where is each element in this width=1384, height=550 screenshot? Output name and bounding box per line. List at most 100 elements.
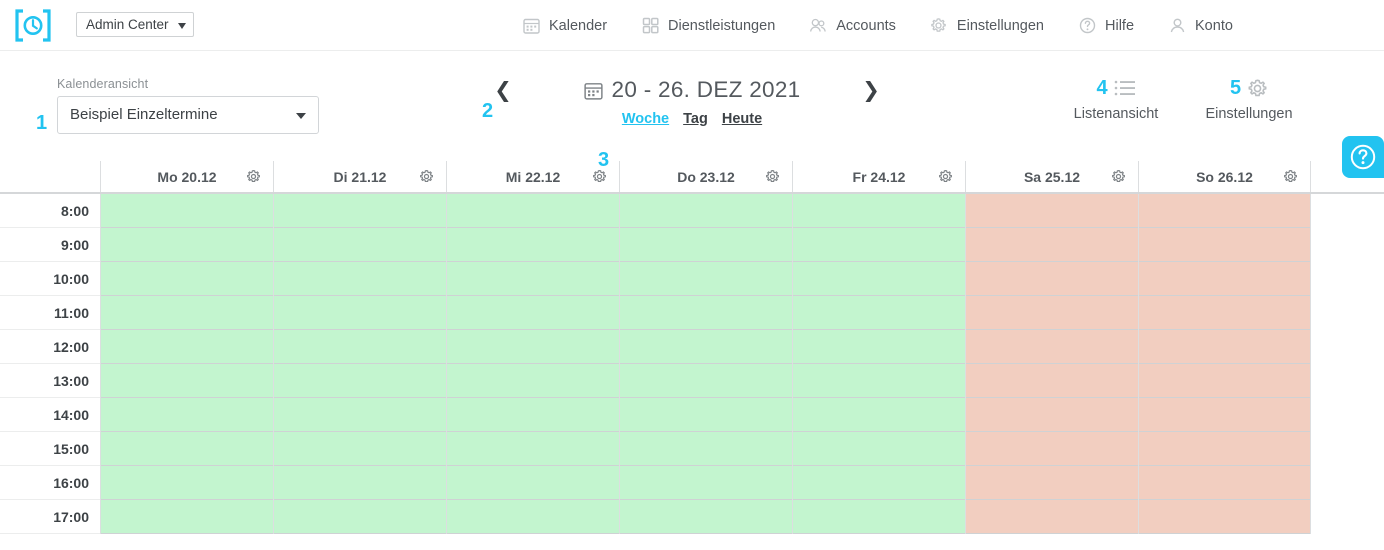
gear-icon[interactable] xyxy=(765,169,780,184)
calendar-slot[interactable] xyxy=(1139,432,1310,466)
calendar-slot[interactable] xyxy=(447,432,619,466)
calendar-slot[interactable] xyxy=(620,432,792,466)
day-header-mi: Mi 22.12 xyxy=(446,161,619,192)
gear-icon[interactable] xyxy=(1111,169,1126,184)
calendar-slot[interactable] xyxy=(101,364,273,398)
calendar-slot[interactable] xyxy=(447,500,619,534)
calendar-view-select[interactable]: Beispiel Einzeltermine xyxy=(57,96,319,134)
calendar-slot[interactable] xyxy=(274,330,446,364)
calendar-slot[interactable] xyxy=(1139,466,1310,500)
gear-icon[interactable] xyxy=(246,169,261,184)
calendar-settings-button[interactable]: 5 Einstellungen xyxy=(1184,75,1314,122)
gear-icon[interactable] xyxy=(1283,169,1298,184)
time-label: 13:00 xyxy=(0,364,100,398)
calendar-slot[interactable] xyxy=(620,500,792,534)
calendar-slot[interactable] xyxy=(620,262,792,296)
calendar-slot[interactable] xyxy=(966,398,1138,432)
calendar-slot[interactable] xyxy=(793,228,965,262)
view-link-tag[interactable]: Tag xyxy=(683,111,708,127)
calendar-slot[interactable] xyxy=(966,330,1138,364)
calendar-slot[interactable] xyxy=(793,398,965,432)
calendar-slot[interactable] xyxy=(101,330,273,364)
calendar-slot[interactable] xyxy=(101,194,273,228)
day-header-sa: Sa 25.12 xyxy=(965,161,1138,192)
calendar-slot[interactable] xyxy=(1139,398,1310,432)
calendar-slot[interactable] xyxy=(966,364,1138,398)
calendar-slot[interactable] xyxy=(274,500,446,534)
calendar-slot[interactable] xyxy=(274,262,446,296)
day-header-do: Do 23.12 xyxy=(619,161,792,192)
calendar-slot[interactable] xyxy=(101,432,273,466)
calendar-slot[interactable] xyxy=(620,296,792,330)
calendar-slot[interactable] xyxy=(274,432,446,466)
calendar-slot[interactable] xyxy=(620,194,792,228)
calendar-slot[interactable] xyxy=(1139,194,1310,228)
calendar-slot[interactable] xyxy=(793,432,965,466)
calendar-slot[interactable] xyxy=(793,262,965,296)
calendar-slot[interactable] xyxy=(620,330,792,364)
calendar-slot[interactable] xyxy=(447,228,619,262)
chevron-right-icon[interactable]: ❯ xyxy=(858,75,884,105)
calendar-slot[interactable] xyxy=(966,228,1138,262)
brand-select[interactable]: Admin Center xyxy=(76,12,194,37)
date-navigation: 2 ❮ 20 - 26. DEZ 2021 ❯ 3 Woche Tag Heut… xyxy=(482,73,902,170)
list-view-button[interactable]: 4 Listenansicht xyxy=(1051,75,1181,122)
calendar-slot[interactable] xyxy=(1139,262,1310,296)
view-link-heute[interactable]: Heute xyxy=(722,111,762,127)
calendar-slot[interactable] xyxy=(966,194,1138,228)
nav-item-accounts[interactable]: Accounts xyxy=(792,0,913,51)
view-link-woche[interactable]: Woche xyxy=(622,111,669,127)
calendar-slot[interactable] xyxy=(620,466,792,500)
app-logo[interactable] xyxy=(14,8,52,43)
calendar-slot[interactable] xyxy=(620,364,792,398)
calendar-slot[interactable] xyxy=(966,262,1138,296)
gear-icon[interactable] xyxy=(419,169,434,184)
nav-item-hilfe[interactable]: Hilfe xyxy=(1061,0,1151,51)
calendar-slot[interactable] xyxy=(1139,364,1310,398)
calendar-slot[interactable] xyxy=(447,364,619,398)
calendar-view-value: Beispiel Einzeltermine xyxy=(70,106,218,123)
calendar-slot[interactable] xyxy=(620,398,792,432)
calendar-slot[interactable] xyxy=(447,296,619,330)
calendar-slot[interactable] xyxy=(793,500,965,534)
calendar-slot[interactable] xyxy=(447,194,619,228)
nav-item-kalender[interactable]: Kalender xyxy=(505,0,624,51)
calendar-slot[interactable] xyxy=(274,194,446,228)
calendar-slot[interactable] xyxy=(620,228,792,262)
calendar-slot[interactable] xyxy=(966,432,1138,466)
nav-item-einstellungen-label: Einstellungen xyxy=(956,17,1044,34)
nav-item-dienstleistungen[interactable]: Dienstleistungen xyxy=(624,0,792,51)
calendar-slot[interactable] xyxy=(101,262,273,296)
calendar-slot[interactable] xyxy=(966,296,1138,330)
calendar-slot[interactable] xyxy=(447,262,619,296)
calendar-slot[interactable] xyxy=(447,330,619,364)
calendar-slot[interactable] xyxy=(793,194,965,228)
calendar-slot[interactable] xyxy=(1139,330,1310,364)
calendar-slot[interactable] xyxy=(274,296,446,330)
calendar-slot[interactable] xyxy=(1139,500,1310,534)
calendar-slot[interactable] xyxy=(793,296,965,330)
calendar-slot[interactable] xyxy=(274,364,446,398)
calendar-slot[interactable] xyxy=(274,228,446,262)
nav-item-konto[interactable]: Konto xyxy=(1151,0,1250,51)
gear-icon[interactable] xyxy=(592,169,607,184)
calendar-slot[interactable] xyxy=(101,500,273,534)
nav-item-einstellungen[interactable]: Einstellungen xyxy=(913,0,1061,51)
calendar-slot[interactable] xyxy=(966,500,1138,534)
calendar-slot[interactable] xyxy=(447,466,619,500)
calendar-slot[interactable] xyxy=(1139,296,1310,330)
calendar-slot[interactable] xyxy=(101,398,273,432)
calendar-slot[interactable] xyxy=(793,330,965,364)
calendar-slot[interactable] xyxy=(101,296,273,330)
calendar-slot[interactable] xyxy=(793,364,965,398)
calendar-slot[interactable] xyxy=(793,466,965,500)
calendar-slot[interactable] xyxy=(274,398,446,432)
calendar-slot[interactable] xyxy=(101,228,273,262)
calendar-slot[interactable] xyxy=(274,466,446,500)
nav-item-accounts-label: Accounts xyxy=(836,17,896,34)
gear-icon[interactable] xyxy=(938,169,953,184)
calendar-slot[interactable] xyxy=(1139,228,1310,262)
calendar-slot[interactable] xyxy=(447,398,619,432)
calendar-slot[interactable] xyxy=(101,466,273,500)
calendar-slot[interactable] xyxy=(966,466,1138,500)
